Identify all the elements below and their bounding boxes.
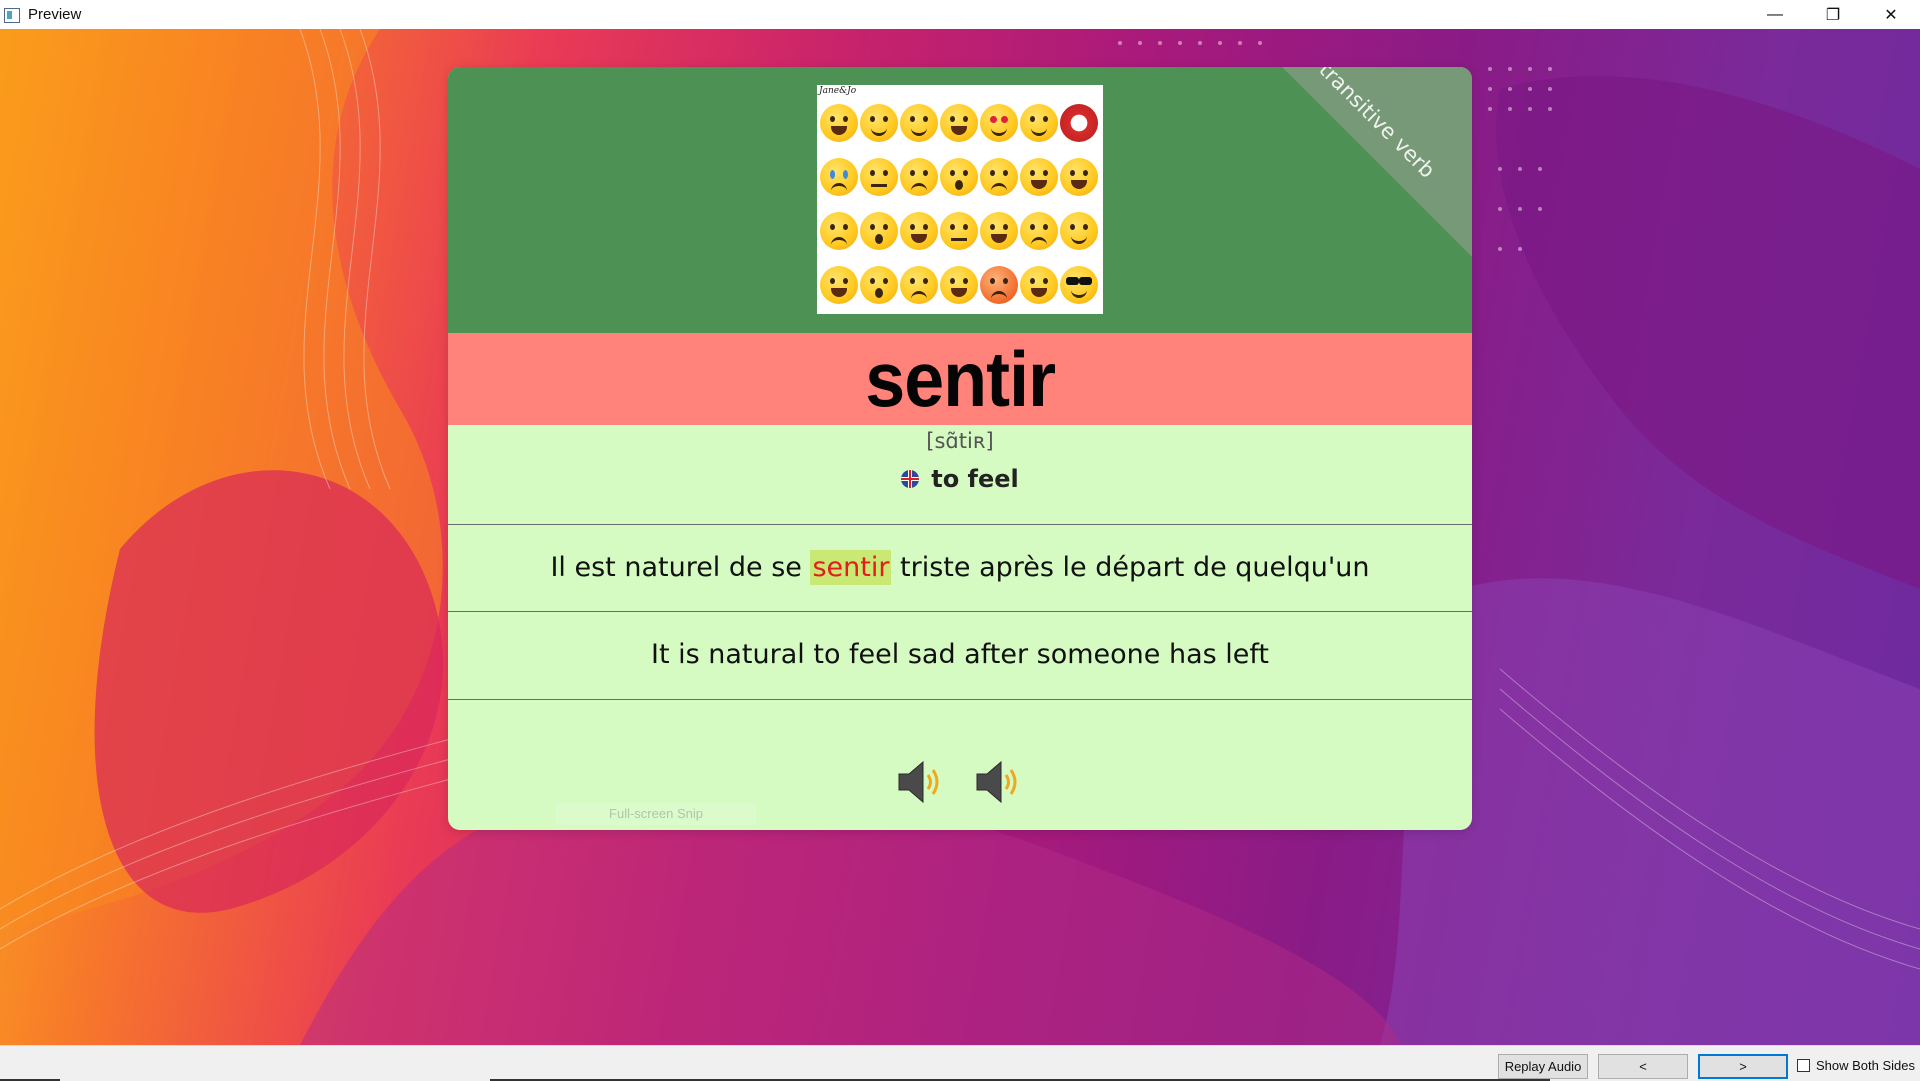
meaning-row: to feel xyxy=(448,465,1472,493)
flashcard: transitive verb Jane&Jo sentir [sɑ̃tiʀ] … xyxy=(448,67,1472,830)
window-title: Preview xyxy=(28,6,82,23)
show-both-sides-checkbox[interactable] xyxy=(1797,1059,1810,1072)
image-brand: Jane&Jo xyxy=(819,86,857,96)
divider xyxy=(448,699,1472,700)
restore-button[interactable]: ❐ xyxy=(1804,0,1862,29)
speaker-icon[interactable] xyxy=(895,757,947,807)
divider xyxy=(448,611,1472,612)
show-both-sides-toggle[interactable]: Show Both Sides xyxy=(1797,1058,1915,1073)
corner-ribbon xyxy=(1282,67,1472,257)
title-bar: Preview — ❐ ✕ xyxy=(0,0,1920,29)
divider xyxy=(448,524,1472,525)
phonetic-transcription: [sɑ̃tiʀ] xyxy=(926,429,994,453)
emoji-grid xyxy=(819,97,1101,313)
preview-stage: transitive verb Jane&Jo sentir [sɑ̃tiʀ] … xyxy=(0,29,1920,1045)
next-button[interactable]: > xyxy=(1698,1054,1788,1079)
example-sentence: Il est naturel de se sentir triste après… xyxy=(448,550,1472,585)
show-both-sides-label: Show Both Sides xyxy=(1816,1058,1916,1073)
card-header: transitive verb Jane&Jo xyxy=(448,67,1472,333)
snip-ghost-label: Full-screen Snip xyxy=(556,803,756,825)
example-highlight: sentir xyxy=(810,550,892,585)
speaker-icon[interactable] xyxy=(973,757,1025,807)
audio-buttons xyxy=(448,757,1472,807)
word-image: Jane&Jo xyxy=(817,85,1103,314)
headword: sentir xyxy=(865,334,1056,423)
meaning-text: to feel xyxy=(931,465,1019,493)
minimize-button[interactable]: — xyxy=(1746,0,1804,29)
bottom-toolbar: Replay Audio < > Show Both Sides xyxy=(0,1045,1920,1081)
word-band: sentir xyxy=(448,333,1472,425)
example-before: Il est naturel de se xyxy=(550,552,811,583)
translation-sentence: It is natural to feel sad after someone … xyxy=(650,639,1270,670)
uk-flag-icon xyxy=(901,470,920,488)
replay-audio-button[interactable]: Replay Audio xyxy=(1498,1054,1588,1079)
app-icon xyxy=(4,7,20,23)
close-button[interactable]: ✕ xyxy=(1862,0,1920,29)
example-after: triste après le départ de quelqu'un xyxy=(891,552,1370,583)
previous-button[interactable]: < xyxy=(1598,1054,1688,1079)
